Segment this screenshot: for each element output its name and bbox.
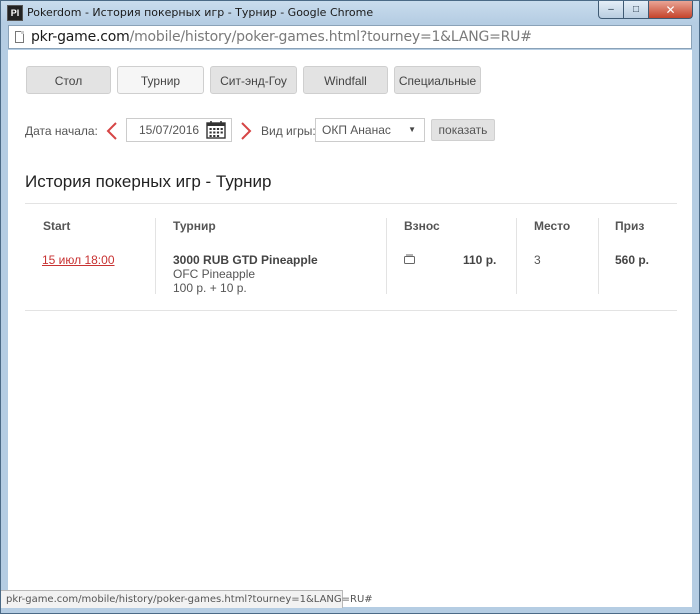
url-host: pkr-game.com [31, 29, 130, 45]
app-icon: Pl [7, 5, 23, 21]
close-button[interactable]: ✕ [649, 1, 693, 19]
header-place: Место [534, 219, 571, 233]
column-separator [516, 218, 517, 294]
filter-row: Дата начала: 15/07/2016 Вид игры: ОКП Ан… [25, 118, 685, 144]
column-separator [598, 218, 599, 294]
game-type-selected: ОКП Ананас [322, 123, 391, 137]
tournament-buyin-breakdown: 100 р. + 10 р. [173, 281, 247, 295]
minimize-button[interactable]: – [598, 1, 624, 19]
game-type-label: Вид игры: [261, 124, 316, 138]
game-type-select[interactable]: ОКП Ананас ▼ [315, 118, 425, 142]
window-controls: – □ ✕ [598, 1, 693, 21]
column-separator [386, 218, 387, 294]
chip-icon [404, 254, 415, 264]
page-title: История покерных игр - Турнир [25, 172, 272, 191]
window-title: Pokerdom - История покерных игр - Турнир… [27, 6, 374, 19]
start-date-label: Дата начала: [25, 124, 98, 138]
tab-windfall[interactable]: Windfall [303, 66, 388, 94]
url-text[interactable]: pkr-game.com/mobile/history/poker-games.… [31, 29, 532, 45]
show-button[interactable]: показать [431, 119, 495, 141]
tab-special[interactable]: Специальные [394, 66, 481, 94]
tab-tournament[interactable]: Турнир [117, 66, 204, 94]
next-arrow-icon[interactable] [240, 122, 252, 140]
url-path: /mobile/history/poker-games.html?tourney… [129, 29, 532, 45]
header-buyin: Взнос [404, 219, 440, 233]
game-type-tabs: Стол Турнир Сит-энд-Гоу Windfall Специал… [26, 66, 487, 94]
header-tournament: Турнир [173, 219, 216, 233]
header-start: Start [43, 219, 71, 233]
table-top-divider [25, 203, 677, 204]
status-bar: pkr-game.com/mobile/history/poker-games.… [1, 590, 373, 608]
address-bar[interactable]: pkr-game.com/mobile/history/poker-games.… [8, 25, 692, 49]
buyin-total: 110 р. [463, 253, 497, 267]
tournament-name: 3000 RUB GTD Pineapple [173, 253, 318, 267]
page-icon [15, 31, 24, 43]
maximize-button[interactable]: □ [624, 1, 649, 19]
tab-sit-and-go[interactable]: Сит-энд-Гоу [210, 66, 297, 94]
calendar-icon[interactable] [206, 121, 226, 139]
chevron-down-icon: ▼ [408, 125, 416, 134]
header-prize: Приз [615, 219, 645, 233]
column-separator [155, 218, 156, 294]
start-time-link[interactable]: 15 июл 18:00 [42, 253, 115, 267]
table-bottom-divider [25, 310, 677, 311]
tournament-game: OFC Pineapple [173, 267, 256, 281]
prize-value: 560 р. [615, 253, 650, 267]
prev-arrow-icon[interactable] [106, 122, 118, 140]
browser-window: Pl Pokerdom - История покерных игр - Тур… [0, 0, 700, 614]
tab-table[interactable]: Стол [26, 66, 111, 94]
place-value: 3 [534, 253, 541, 267]
page-content: Стол Турнир Сит-энд-Гоу Windfall Специал… [8, 50, 692, 607]
title-bar[interactable]: Pl Pokerdom - История покерных игр - Тур… [1, 1, 699, 25]
